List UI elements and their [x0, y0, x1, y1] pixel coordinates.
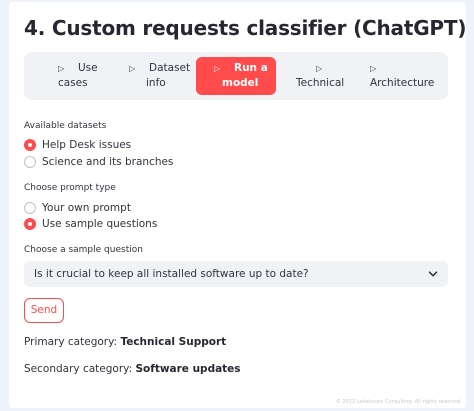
play-icon: ▷ [214, 64, 221, 73]
prompt-type-label: Choose prompt type [24, 183, 116, 193]
radio-own-prompt[interactable]: Your own prompt [24, 201, 131, 215]
select-value: Is it crucial to keep all installed soft… [34, 268, 309, 280]
radio-unselected-icon [24, 202, 36, 214]
radio-selected-icon [24, 218, 36, 230]
radio-selected-icon [24, 139, 36, 151]
tab-dataset-info[interactable]: ▷ Dataset info [129, 57, 199, 95]
play-icon: ▷ [316, 64, 323, 73]
tab-use-cases[interactable]: ▷ Use cases [58, 57, 128, 95]
page-title: 4. Custom requests classifier (ChatGPT) [24, 16, 467, 40]
primary-category: Primary category: Technical Support [24, 336, 227, 348]
send-button[interactable]: Send [24, 298, 64, 323]
tab-technical[interactable]: ▷ Technical [296, 57, 356, 95]
tab-architecture[interactable]: ▷ Architecture [370, 57, 446, 95]
footer-copyright: © 2023 Lakehouse Consulting. All rights … [335, 399, 462, 405]
primary-category-value: Technical Support [120, 336, 227, 348]
secondary-category-value: Software updates [135, 363, 241, 375]
sample-question-select[interactable]: Is it crucial to keep all installed soft… [24, 261, 448, 287]
datasets-label: Available datasets [24, 121, 107, 131]
radio-unselected-icon [24, 156, 36, 168]
chevron-down-icon [428, 271, 438, 277]
radio-science[interactable]: Science and its branches [24, 155, 173, 169]
sample-question-label: Choose a sample question [24, 245, 143, 255]
secondary-category: Secondary category: Software updates [24, 363, 241, 375]
radio-help-desk[interactable]: Help Desk issues [24, 138, 131, 152]
play-icon: ▷ [370, 64, 377, 73]
tab-run-a-model[interactable]: ▷ Run a model [196, 57, 276, 95]
tab-bar: ▷ Use cases ▷ Dataset info ▷ Run a model ▷ … [24, 52, 448, 100]
play-icon: ▷ [129, 64, 136, 73]
radio-sample-questions[interactable]: Use sample questions [24, 217, 157, 231]
play-icon: ▷ [58, 64, 65, 73]
